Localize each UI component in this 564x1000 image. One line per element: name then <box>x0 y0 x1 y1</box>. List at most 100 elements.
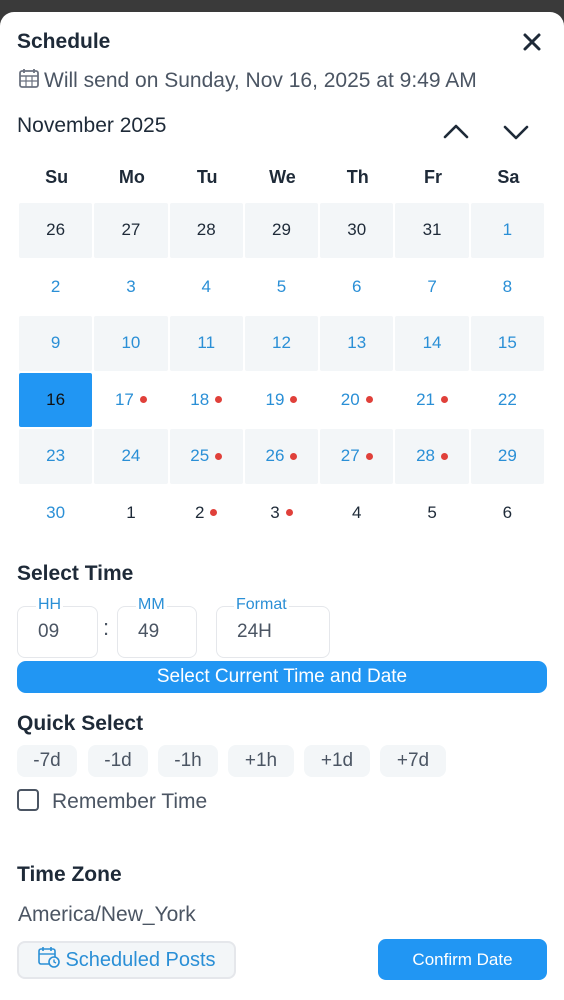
day-number: 14 <box>422 333 442 353</box>
remember-time-label: Remember Time <box>52 790 208 813</box>
time-separator: : <box>103 615 110 640</box>
day-number: 6 <box>352 276 362 296</box>
calendar-day[interactable]: 22 <box>471 373 544 428</box>
day-number: 29 <box>272 220 291 240</box>
select-current-time-button[interactable]: Select Current Time and Date <box>17 661 547 693</box>
quick-plus-1d-button[interactable]: +1d <box>304 745 370 777</box>
calendar-day[interactable]: 6 <box>471 486 544 541</box>
calendar-week-row: 26 27 28 29 30 31 1 <box>19 203 546 260</box>
day-number: 3 <box>126 276 136 296</box>
scheduled-posts-label: Scheduled Posts <box>65 948 216 971</box>
weekday-label: Fr <box>424 167 443 187</box>
day-number: 1 <box>126 502 136 522</box>
scheduled-dot-icon <box>139 396 147 404</box>
calendar-day[interactable]: 11 <box>169 316 243 371</box>
day-number: 13 <box>347 333 367 353</box>
calendar-day[interactable]: 27 <box>320 429 394 484</box>
day-number: 26 <box>46 220 66 240</box>
calendar-day[interactable]: 31 <box>395 203 469 258</box>
calendar-day[interactable]: 28 <box>395 429 469 484</box>
calendar-day[interactable]: 4 <box>320 486 393 541</box>
hour-value: 09 <box>38 621 60 642</box>
calendar-day[interactable]: 14 <box>395 316 469 371</box>
send-text: Will send on Sunday, Nov 16, 2025 at 9:4… <box>44 69 477 92</box>
calendar-day[interactable]: 23 <box>19 429 93 484</box>
day-number: 25 <box>190 446 210 466</box>
remember-time-checkbox[interactable] <box>17 789 39 811</box>
calendar-day[interactable]: 4 <box>170 260 243 315</box>
calendar-day[interactable]: 7 <box>395 260 468 315</box>
day-number: 18 <box>190 389 210 409</box>
scheduled-dot-icon <box>210 509 218 517</box>
calendar-day[interactable]: 29 <box>244 203 319 258</box>
calendar-day[interactable]: 5 <box>395 486 468 541</box>
day-number: 2 <box>194 502 205 522</box>
calendar-day[interactable]: 27 <box>94 203 168 258</box>
calendar-day[interactable]: 28 <box>169 203 243 258</box>
day-number: 3 <box>270 502 280 522</box>
scheduled-dot-icon <box>215 396 223 404</box>
quick-minus-1d-button[interactable]: -1d <box>88 745 148 777</box>
day-number: 27 <box>121 220 141 240</box>
scheduled-dot-icon <box>285 509 293 517</box>
scheduled-dot-icon <box>215 452 223 460</box>
calendar-day[interactable]: 20 <box>320 373 393 428</box>
calendar-day[interactable]: 26 <box>244 429 319 484</box>
calendar-day[interactable]: 2 <box>170 486 243 541</box>
scheduled-dot-icon <box>290 396 298 404</box>
calendar-day[interactable]: 24 <box>94 429 168 484</box>
time-zone-title: Time Zone <box>17 863 122 886</box>
calendar-day[interactable]: 26 <box>19 203 93 258</box>
calendar-day-selected[interactable]: 16 <box>19 372 93 427</box>
calendar-day[interactable]: 21 <box>395 373 468 428</box>
calendar-day[interactable]: 17 <box>94 373 167 428</box>
calendar-day[interactable]: 9 <box>19 316 93 371</box>
day-number: 5 <box>276 276 287 296</box>
day-number: 27 <box>340 446 360 466</box>
quick-minus-1h-button[interactable]: -1h <box>158 745 218 777</box>
calendar-day[interactable]: 8 <box>471 260 544 315</box>
day-number: 30 <box>46 502 66 522</box>
select-time-title: Select Time <box>17 562 134 585</box>
calendar-day[interactable]: 29 <box>470 429 544 484</box>
calendar-week-row: 2 3 4 5 6 7 8 <box>19 260 546 317</box>
quick-select-title: Quick Select <box>17 712 144 735</box>
chevron-down-icon[interactable] <box>500 120 532 146</box>
calendar-day[interactable]: 18 <box>170 373 243 428</box>
confirm-date-button[interactable]: Confirm Date <box>378 939 547 980</box>
calendar-day[interactable]: 3 <box>245 486 318 541</box>
format-label: Format <box>234 596 289 614</box>
day-number: 4 <box>201 276 211 296</box>
calendar-day[interactable]: 19 <box>245 373 318 428</box>
chevron-up-icon[interactable] <box>440 118 472 144</box>
calendar-day[interactable]: 15 <box>470 316 544 371</box>
calendar-day[interactable]: 1 <box>470 203 544 258</box>
day-number: 20 <box>340 389 360 409</box>
calendar-day[interactable]: 3 <box>94 260 167 315</box>
calendar-day[interactable]: 25 <box>169 429 243 484</box>
calendar-week-row: 23 24 25 26 27 28 29 <box>19 429 546 486</box>
calendar-day[interactable]: 30 <box>320 203 394 258</box>
quick-plus-1h-button[interactable]: +1h <box>228 745 294 777</box>
scheduled-dot-icon <box>365 452 373 460</box>
calendar-grid-icon <box>18 67 40 95</box>
calendar-day[interactable]: 13 <box>320 316 394 371</box>
calendar-day[interactable]: 12 <box>244 316 319 371</box>
day-number: 7 <box>427 276 437 296</box>
scheduled-posts-button[interactable]: Scheduled Posts <box>17 941 236 979</box>
calendar-day[interactable]: 1 <box>94 486 167 541</box>
time-zone-value[interactable]: America/New_York <box>18 903 196 927</box>
weekday-header: Su Mo Tu We Th Fr Sa <box>19 167 546 188</box>
day-number: 2 <box>50 276 61 296</box>
send-info: Will send on Sunday, Nov 16, 2025 at 9:4… <box>18 67 477 95</box>
calendar-day[interactable]: 6 <box>320 260 393 315</box>
close-icon[interactable] <box>518 28 546 56</box>
quick-minus-7d-button[interactable]: -7d <box>17 745 77 777</box>
calendar-day[interactable]: 30 <box>19 486 92 541</box>
calendar-day[interactable]: 2 <box>19 260 92 315</box>
format-value: 24H <box>237 621 272 642</box>
calendar-day[interactable]: 10 <box>94 316 168 371</box>
calendar-day[interactable]: 5 <box>245 260 318 315</box>
quick-plus-7d-button[interactable]: +7d <box>380 745 446 777</box>
day-number: 30 <box>347 220 367 240</box>
